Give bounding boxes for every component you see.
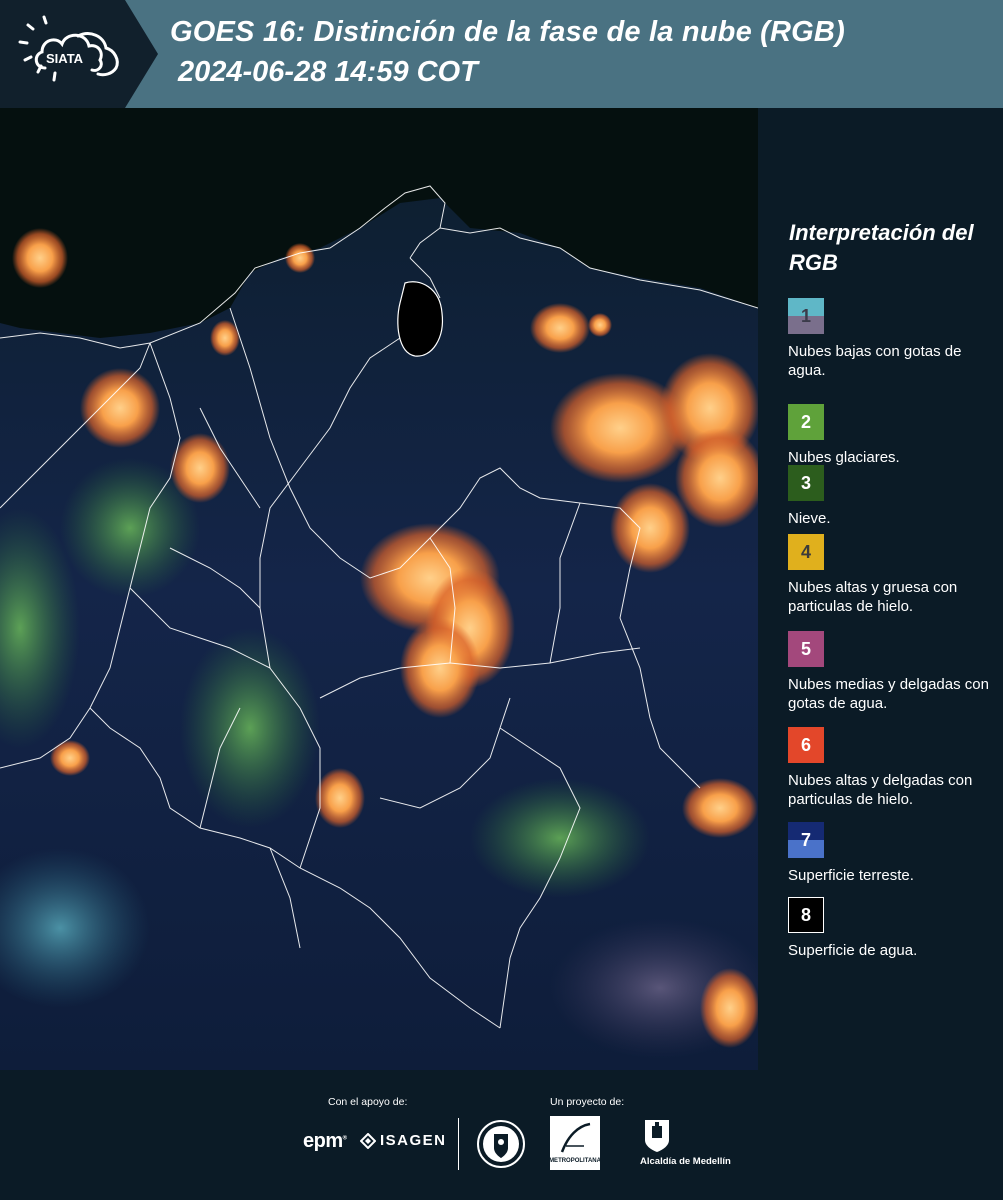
legend-swatch: 1 — [788, 298, 824, 334]
legend-label: Nubes medias y delgadas con gotas de agu… — [788, 676, 989, 712]
siata-logo: SIATA — [0, 0, 158, 108]
legend-label: Nubes bajas con gotas de agua. — [788, 343, 962, 379]
legend-item: 3 Nieve. — [788, 465, 1003, 528]
page-timestamp: 2024-06-28 14:59 COT — [178, 56, 478, 88]
legend-item: 8 Superficie de agua. — [788, 897, 1003, 960]
legend-label: Nubes altas y delgadas con particulas de… — [788, 772, 973, 808]
legend-swatch: 8 — [788, 897, 824, 933]
footer: Con el apoyo de: Un proyecto de: epm® IS… — [0, 1070, 1003, 1200]
legend-swatch: 4 — [788, 534, 824, 570]
legend-number: 2 — [800, 411, 811, 432]
legend-swatch: 5 — [788, 631, 824, 667]
legend-label: Superficie de agua. — [788, 942, 918, 959]
legend-title: Interpretación del RGB — [789, 220, 974, 275]
siata-logo-graphic: SIATA — [0, 0, 158, 108]
seal-icon — [477, 1120, 525, 1168]
legend-swatch: 6 — [788, 727, 824, 763]
area-metropolitana-icon: METROPOLITANA — [549, 1122, 602, 1164]
legend-number: 8 — [800, 904, 811, 925]
project-label: Un proyecto de: — [550, 1096, 625, 1108]
support-label: Con el apoyo de: — [328, 1096, 408, 1108]
legend-number: 1 — [800, 305, 811, 326]
legend-label: Superficie terreste. — [788, 867, 914, 884]
footer-divider — [458, 1118, 459, 1170]
area-metropolitana-logo: METROPOLITANA — [549, 1116, 602, 1170]
legend-item: 5 Nubes medias y delgadas con gotas de ag… — [788, 631, 1003, 713]
legend-item: 6 Nubes altas y delgadas con particulas d… — [788, 727, 1003, 809]
alcaldia-text: Alcaldía de Medellín — [640, 1156, 731, 1167]
siata-logo-text: SIATA — [46, 51, 84, 66]
legend-swatch: 3 — [788, 465, 824, 501]
area-metropolitana-text: METROPOLITANA — [550, 1158, 600, 1164]
header-bar: SIATA GOES 16: Distinción de la fase de … — [0, 0, 1003, 108]
legend-item: 2 Nubes glaciares. — [788, 404, 1003, 467]
alcaldia-icon — [645, 1120, 669, 1152]
legend-swatch: 7 — [788, 822, 824, 858]
satellite-map — [0, 108, 758, 1070]
seal-logo — [476, 1118, 526, 1175]
legend-item: 7 Superficie terreste. — [788, 822, 1003, 885]
epm-logo-text: epm — [303, 1130, 343, 1152]
epm-logo: epm® — [303, 1130, 347, 1152]
isagen-icon — [360, 1132, 376, 1149]
legend-number: 3 — [800, 472, 811, 493]
legend-panel: Interpretación del RGB 1 Nubes bajas con … — [758, 108, 1003, 1070]
legend-number: 6 — [800, 734, 811, 755]
legend-number: 4 — [800, 541, 811, 562]
legend-number: 5 — [800, 638, 811, 659]
legend-label: Nubes altas y gruesa con particulas de h… — [788, 579, 958, 615]
legend-number: 7 — [800, 829, 811, 850]
legend-item: 4 Nubes altas y gruesa con particulas de … — [788, 534, 1003, 616]
page-title: GOES 16: Distinción de la fase de la nub… — [170, 16, 845, 48]
satellite-map-image — [0, 108, 758, 1070]
isagen-logo-text: ISAGEN — [380, 1132, 447, 1149]
legend-swatch: 2 — [788, 404, 824, 440]
legend-label: Nieve. — [788, 510, 831, 527]
isagen-logo: ISAGEN — [360, 1132, 447, 1149]
legend-item: 1 Nubes bajas con gotas de agua. — [788, 298, 1003, 380]
